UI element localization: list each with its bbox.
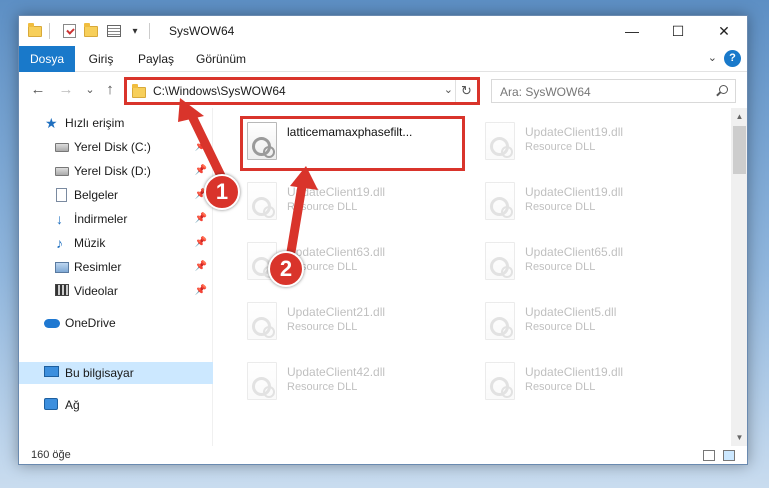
arrow-1-head [178, 98, 204, 122]
step-2-badge: 2 [268, 251, 304, 287]
arrow-2-head [290, 166, 318, 190]
step-1-badge: 1 [204, 174, 240, 210]
arrow-1-shaft [185, 107, 227, 183]
annotation-arrows [178, 98, 318, 263]
arrow-2-shaft [285, 175, 308, 263]
